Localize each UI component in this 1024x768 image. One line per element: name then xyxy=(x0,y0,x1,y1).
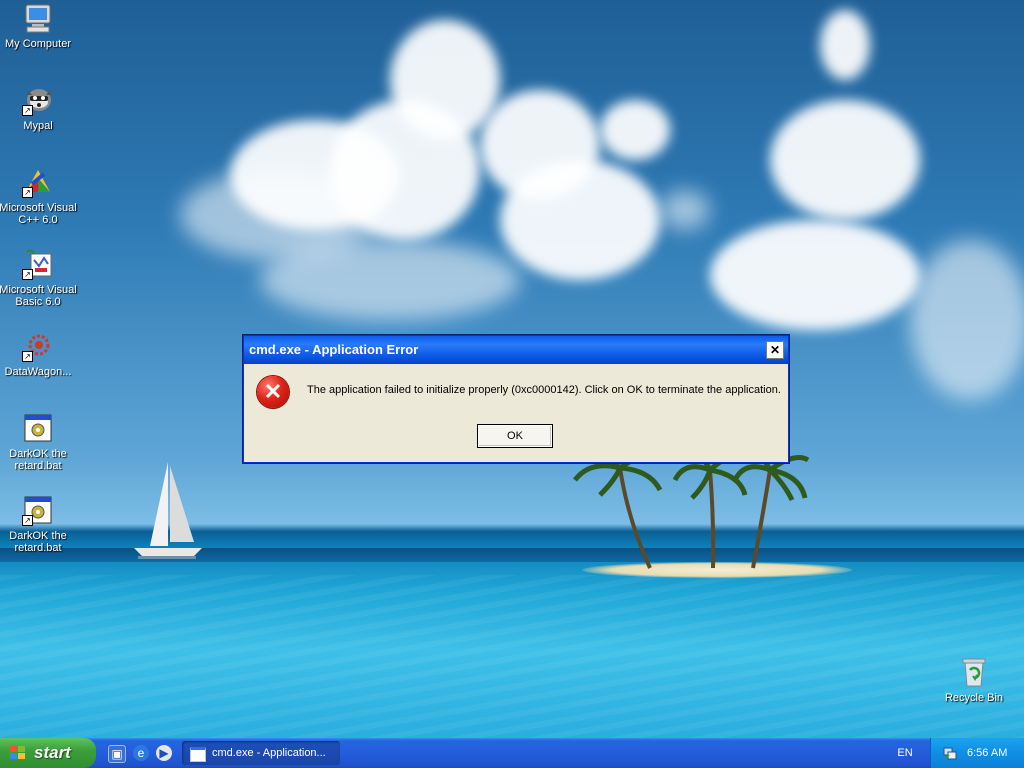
network-icon[interactable] xyxy=(943,746,957,760)
clock[interactable]: 6:56 AM xyxy=(967,738,1007,768)
cloud xyxy=(600,100,670,160)
cloud xyxy=(500,160,660,280)
desktop-icon-batch-file-shortcut[interactable]: ↗ DarkOK the retard.bat xyxy=(0,494,78,554)
window-icon xyxy=(190,747,206,762)
desktop-icon-label: DarkOK the retard.bat xyxy=(9,448,67,472)
cloud xyxy=(770,100,920,220)
desktop-icon-mypal[interactable]: ↗ Mypal xyxy=(0,84,78,132)
error-message: The application failed to initialize pro… xyxy=(307,384,781,396)
shortcut-arrow-icon: ↗ xyxy=(22,515,33,526)
desktop-icon-datawagon[interactable]: ↗ DataWagon... xyxy=(0,330,78,378)
sailboat xyxy=(134,462,202,559)
cloud xyxy=(330,100,480,240)
batch-file-icon: ↗ xyxy=(22,494,54,526)
batch-file-icon xyxy=(22,412,54,444)
taskbar-button-label: cmd.exe - Application... xyxy=(212,747,326,759)
recycle-bin-icon xyxy=(958,656,990,688)
system-tray: 6:56 AM xyxy=(930,738,1024,768)
datawagon-icon: ↗ xyxy=(22,330,54,362)
shortcut-arrow-icon: ↗ xyxy=(22,269,33,280)
shortcut-arrow-icon: ↗ xyxy=(22,105,33,116)
desktop-icon-label: Recycle Bin xyxy=(944,692,1004,704)
cloud xyxy=(710,220,920,330)
language-indicator[interactable]: EN xyxy=(892,738,918,768)
show-desktop-icon[interactable]: ▣ xyxy=(108,745,126,763)
palm-trees xyxy=(573,450,810,569)
taskbar-button-cmd-error[interactable]: cmd.exe - Application... xyxy=(182,741,340,765)
visual-basic-icon: ↗ xyxy=(22,248,54,280)
internet-explorer-icon[interactable]: e xyxy=(133,745,149,761)
desktop-icon-label: Mypal xyxy=(23,120,53,132)
desktop-icon-label: Microsoft Visual Basic 6.0 xyxy=(0,284,77,308)
desktop-icon-recycle-bin[interactable]: Recycle Bin xyxy=(934,656,1014,704)
desktop-icon-label: DataWagon... xyxy=(4,366,72,378)
dialog-title: cmd.exe - Application Error xyxy=(249,342,419,357)
cloud xyxy=(260,240,520,320)
cloud xyxy=(910,240,1024,400)
desktop-icon-label: DarkOK the retard.bat xyxy=(9,530,67,554)
cloud xyxy=(820,10,870,80)
desktop-icon-my-computer[interactable]: My Computer xyxy=(0,2,78,50)
start-label: start xyxy=(34,743,71,762)
desktop-icon-label: Microsoft Visual C++ 6.0 xyxy=(0,202,77,226)
desktop-icon-visual-basic[interactable]: ↗ Microsoft Visual Basic 6.0 xyxy=(0,248,78,308)
taskbar: start ▣ e ▶ cmd.exe - Application... EN … xyxy=(0,738,1024,768)
shortcut-arrow-icon: ↗ xyxy=(22,351,33,362)
desktop-icon-label: My Computer xyxy=(4,38,72,50)
windows-flag-icon xyxy=(10,746,26,760)
dialog-title-bar[interactable]: cmd.exe - Application Error ✕ xyxy=(244,336,788,364)
shortcut-arrow-icon: ↗ xyxy=(22,187,33,198)
error-dialog[interactable]: cmd.exe - Application Error ✕ ✕ The appl… xyxy=(243,335,789,463)
desktop-icon-batch-file[interactable]: DarkOK the retard.bat xyxy=(0,412,78,472)
cloud xyxy=(660,190,710,230)
start-button[interactable]: start xyxy=(0,738,96,768)
visual-cpp-icon: ↗ xyxy=(22,166,54,198)
close-button[interactable]: ✕ xyxy=(766,341,784,359)
media-player-icon[interactable]: ▶ xyxy=(156,745,172,761)
ok-button[interactable]: OK xyxy=(477,424,553,448)
sea-water xyxy=(0,575,1024,738)
my-computer-icon xyxy=(22,2,54,34)
raccoon-icon: ↗ xyxy=(22,84,54,116)
desktop-icon-visual-cpp[interactable]: ↗ Microsoft Visual C++ 6.0 xyxy=(0,166,78,226)
error-icon: ✕ xyxy=(257,376,289,408)
